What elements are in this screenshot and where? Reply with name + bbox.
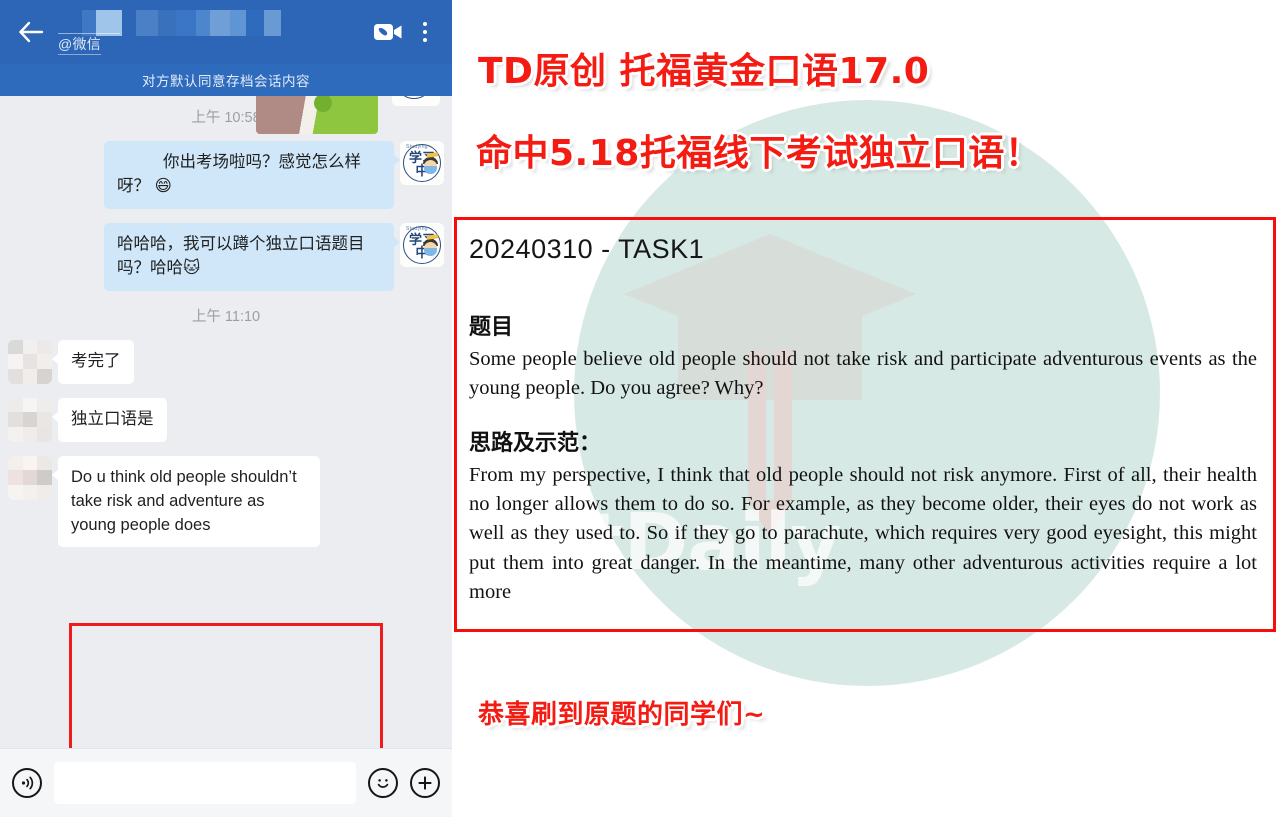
- message-bubble[interactable]: Do u think old people shouldn’t take ris…: [52, 455, 320, 548]
- message-row-outgoing[interactable]: 哈哈哈，我可以蹲个独立口语题目吗？哈哈🐱 Studying 学习中: [0, 222, 452, 291]
- chat-header: @微信: [0, 0, 452, 64]
- message-row-incoming[interactable]: 独立口语是: [0, 397, 452, 442]
- document-title: 20240310 - TASK1: [469, 234, 705, 264]
- message-bubble[interactable]: 你出考场啦吗？感觉怎么样呀？ 😄: [104, 141, 400, 209]
- avatar[interactable]: [8, 339, 52, 384]
- section-heading-topic: 题目: [469, 315, 514, 340]
- screenshot-root: @微信 对方默认同意存档会话内容 Studying: [0, 0, 1280, 817]
- section-body-topic: Some people believe old people should no…: [469, 348, 1257, 400]
- red-highlight-box: [69, 623, 383, 748]
- message-text: 哈哈哈，我可以蹲个独立口语题目吗？哈哈🐱: [117, 234, 365, 277]
- wechat-chat-panel: @微信 对方默认同意存档会话内容 Studying: [0, 0, 452, 817]
- plus-icon[interactable]: [410, 768, 440, 798]
- smiley-icon[interactable]: [368, 768, 398, 798]
- avatar[interactable]: [8, 455, 52, 500]
- promo-headline-2: 命中5.18托福线下考试独立口语！: [476, 133, 1042, 174]
- avatar[interactable]: [8, 397, 52, 442]
- avatar[interactable]: Studying 学习中: [400, 141, 444, 185]
- partial-avatar[interactable]: Studying 学习中: [392, 96, 440, 106]
- more-vertical-icon[interactable]: [410, 10, 440, 54]
- chat-subtitle: @微信: [58, 34, 102, 55]
- message-text: 独立口语是: [71, 409, 154, 428]
- message-text: 考完了: [71, 351, 121, 370]
- timestamp-separator: 上午 10:58: [191, 110, 261, 126]
- message-text: Do u think old people shouldn’t take ris…: [71, 467, 297, 534]
- sticker-detail: [314, 96, 332, 112]
- chat-message-list[interactable]: Studying 学习中 上午 10:58 你出考场啦吗？感觉怎么样呀？ 😄 S…: [0, 96, 452, 748]
- message-row-incoming[interactable]: 考完了: [0, 339, 452, 384]
- message-bubble[interactable]: 考完了: [52, 339, 134, 384]
- message-text: 你出考场啦吗？感觉怎么样呀？ 😄: [117, 153, 361, 195]
- message-bubble[interactable]: 独立口语是: [52, 397, 167, 442]
- video-call-icon[interactable]: [366, 10, 410, 54]
- avatar[interactable]: Studying 学习中: [400, 222, 444, 267]
- section-body-sample: From my perspective, I think that old pe…: [469, 464, 1257, 603]
- partial-sticker-image[interactable]: [256, 96, 378, 134]
- message-input[interactable]: [54, 762, 356, 804]
- chat-title-block[interactable]: @微信: [56, 6, 366, 58]
- study-badge-avatar: Studying 学习中: [392, 96, 440, 106]
- timestamp-separator: 上午 11:10: [191, 308, 261, 325]
- message-row-outgoing[interactable]: 你出考场啦吗？感觉怎么样呀？ 😄 Studying 学习中: [0, 141, 452, 209]
- promo-headline-1: TD原创 托福黄金口语17.0: [478, 51, 930, 92]
- message-row-incoming[interactable]: Do u think old people shouldn’t take ris…: [0, 455, 452, 548]
- back-arrow-icon[interactable]: [12, 13, 50, 51]
- promo-panel: TestDaily TD原创 托福黄金口语17.0 命中5.18托福线下考试独立…: [452, 0, 1280, 817]
- message-bubble[interactable]: 哈哈哈，我可以蹲个独立口语题目吗？哈哈🐱: [104, 222, 400, 291]
- promo-footer-text: 恭喜刷到原题的同学们~: [478, 700, 766, 730]
- document-red-box: 20240310 - TASK1 题目 Some people believe …: [454, 217, 1276, 632]
- archive-consent-banner: 对方默认同意存档会话内容: [0, 64, 452, 96]
- section-heading-sample: 思路及示范：: [469, 431, 602, 457]
- voice-input-icon[interactable]: [12, 768, 42, 798]
- chat-input-bar: [0, 748, 452, 817]
